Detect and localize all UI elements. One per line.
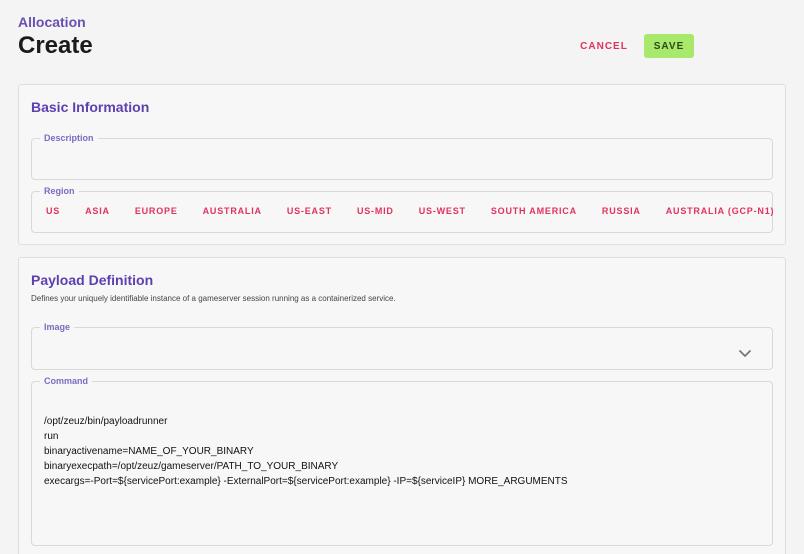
region-option-asia[interactable]: ASIA: [85, 206, 110, 216]
basic-information-title: Basic Information: [31, 99, 150, 115]
region-option-australia[interactable]: AUSTRALIA: [203, 206, 262, 216]
region-option-us-mid[interactable]: US-MID: [357, 206, 394, 216]
region-label: Region: [44, 186, 75, 196]
payload-definition-title: Payload Definition: [31, 272, 154, 288]
payload-definition-card: Payload Definition Defines your uniquely…: [18, 257, 786, 554]
region-fieldset: Region US ASIA EUROPE AUSTRALIA US-EAST …: [31, 186, 774, 233]
region-option-us-east[interactable]: US-EAST: [287, 206, 332, 216]
save-button[interactable]: SAVE: [644, 34, 694, 58]
payload-definition-subtitle: Defines your uniquely identifiable insta…: [31, 294, 396, 303]
description-label: Description: [44, 133, 94, 143]
command-fieldset: Command /opt/zeuz/bin/payloadrunner run …: [31, 376, 773, 546]
page-title: Create: [18, 32, 93, 59]
region-option-russia[interactable]: RUSSIA: [602, 206, 641, 216]
region-option-south-america[interactable]: SOUTH AMERICA: [491, 206, 577, 216]
breadcrumb: Allocation: [18, 14, 86, 30]
chevron-down-icon[interactable]: [738, 346, 752, 360]
region-options: US ASIA EUROPE AUSTRALIA US-EAST US-MID …: [32, 206, 774, 216]
cancel-button[interactable]: CANCEL: [574, 34, 634, 58]
basic-information-card: Basic Information Description Region US …: [18, 84, 786, 245]
region-option-us-west[interactable]: US-WEST: [419, 206, 466, 216]
image-label: Image: [44, 322, 71, 332]
description-fieldset: Description: [31, 133, 773, 180]
region-option-europe[interactable]: EUROPE: [135, 206, 178, 216]
command-textarea[interactable]: /opt/zeuz/bin/payloadrunner run binaryac…: [44, 414, 764, 544]
command-label: Command: [44, 376, 89, 386]
region-option-australia-gcp-n1[interactable]: AUSTRALIA (GCP-N1): [666, 206, 775, 216]
image-select[interactable]: Image: [31, 322, 773, 370]
region-option-us[interactable]: US: [46, 206, 60, 216]
description-input[interactable]: [40, 153, 764, 179]
